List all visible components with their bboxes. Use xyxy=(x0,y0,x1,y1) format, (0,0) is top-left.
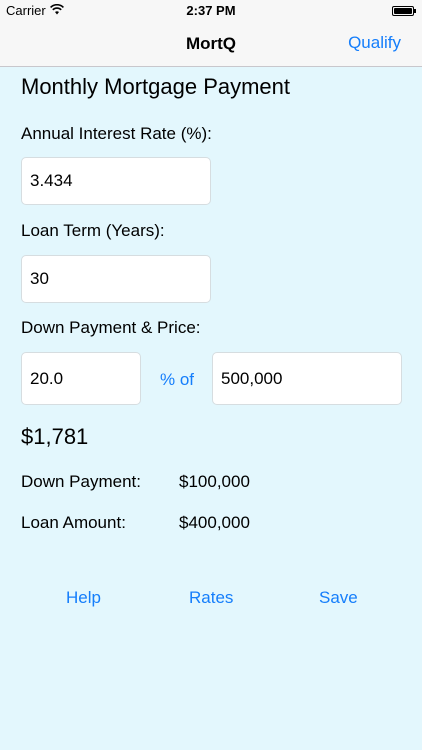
down-payment-price-label: Down Payment & Price: xyxy=(21,318,201,337)
status-bar: Carrier 2:37 PM xyxy=(0,0,422,22)
down-payment-value: $100,000 xyxy=(179,472,250,491)
save-button[interactable]: Save xyxy=(319,588,358,608)
rates-button[interactable]: Rates xyxy=(189,588,233,608)
loan-term-label: Loan Term (Years): xyxy=(21,221,165,240)
price-field[interactable]: 500,000 xyxy=(212,352,402,405)
interest-rate-label: Annual Interest Rate (%): xyxy=(21,124,212,143)
monthly-payment-value: $1,781 xyxy=(21,424,89,449)
loan-term-field[interactable]: 30 xyxy=(21,255,211,303)
percent-of-label: % of xyxy=(160,370,195,389)
qualify-button[interactable]: Qualify xyxy=(348,33,401,53)
loan-amount-value: $400,000 xyxy=(179,513,250,532)
help-button[interactable]: Help xyxy=(66,588,101,608)
status-time: 2:37 PM xyxy=(186,3,236,18)
down-percent-field[interactable]: 20.0 xyxy=(21,352,141,405)
down-payment-label: Down Payment: xyxy=(21,472,141,491)
interest-rate-field[interactable]: 3.434 xyxy=(21,157,211,205)
loan-amount-label: Loan Amount: xyxy=(21,513,126,532)
navigation-bar: MortQ Qualify xyxy=(0,22,422,67)
battery-icon xyxy=(392,6,416,16)
section-title: Monthly Mortgage Payment xyxy=(21,74,291,99)
